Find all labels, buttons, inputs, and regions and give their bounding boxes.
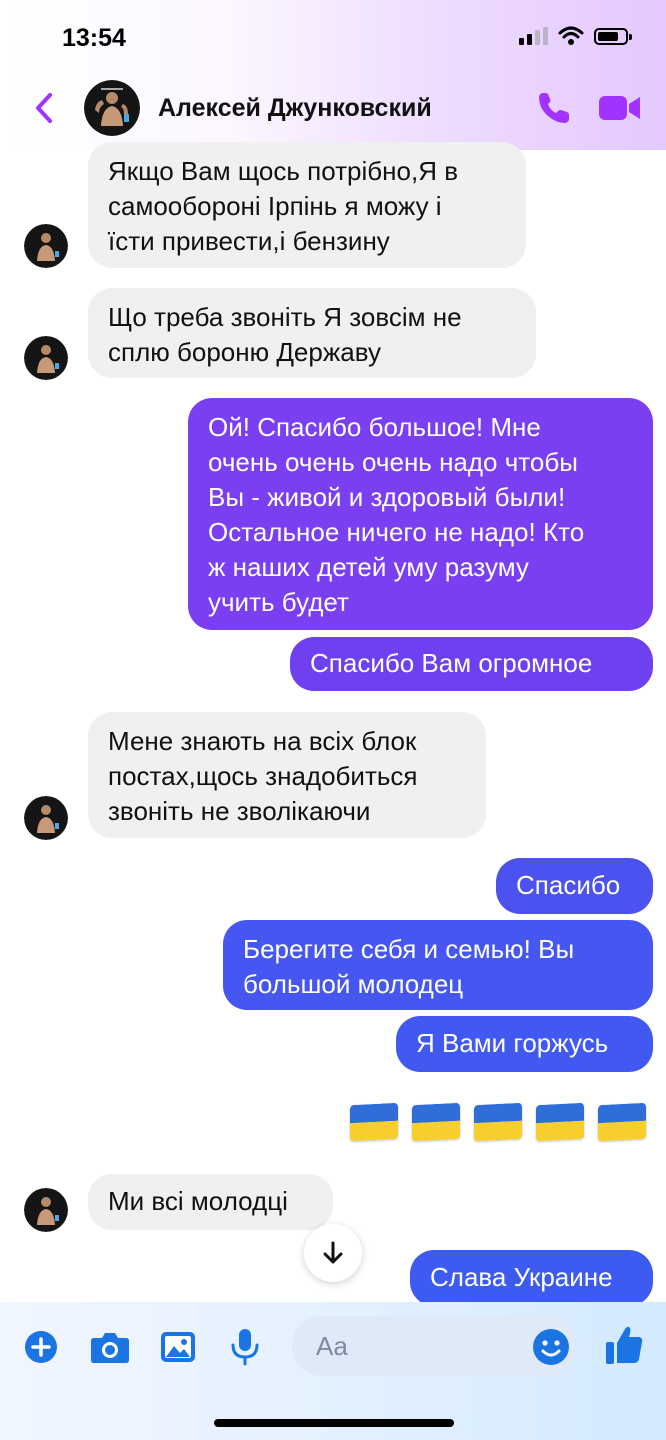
plus-circle-icon[interactable]	[24, 1330, 58, 1364]
message-outgoing[interactable]: Берегите себя и семью! Вы большой молоде…	[223, 920, 653, 1010]
message-incoming[interactable]: Ми всі молодці	[88, 1174, 333, 1230]
ukraine-flag-icon	[350, 1102, 398, 1142]
contact-name[interactable]: Алексей Джунковский	[158, 94, 432, 123]
arrow-down-icon	[323, 1241, 343, 1264]
image-icon[interactable]	[160, 1330, 196, 1364]
sender-avatar[interactable]	[24, 224, 68, 268]
wifi-icon	[558, 26, 584, 45]
home-indicator	[214, 1419, 454, 1427]
message-outgoing[interactable]: Спасибо Вам огромное	[290, 637, 653, 691]
sender-avatar[interactable]	[24, 336, 68, 380]
sender-avatar[interactable]	[24, 1188, 68, 1232]
ukraine-flag-icon	[536, 1102, 584, 1142]
ukraine-flag-icon	[598, 1102, 646, 1142]
smiley-icon[interactable]	[532, 1328, 570, 1366]
camera-icon[interactable]	[90, 1330, 130, 1364]
cellular-signal-icon	[519, 27, 548, 45]
avatar[interactable]	[84, 80, 140, 136]
message-outgoing[interactable]: Ой! Спасибо большое! Мне очень очень оче…	[188, 398, 653, 630]
message-incoming[interactable]: Що треба звоніть Я зовсім не сплю бороню…	[88, 288, 536, 378]
video-camera-icon[interactable]	[598, 92, 642, 124]
ukraine-flag-icon	[412, 1102, 460, 1142]
chevron-left-icon[interactable]	[30, 90, 60, 126]
conversation-header: Алексей Джунковский	[0, 78, 666, 138]
message-outgoing[interactable]: Я Вами горжусь	[396, 1016, 653, 1072]
phone-icon[interactable]	[534, 88, 574, 128]
microphone-icon[interactable]	[230, 1328, 260, 1366]
status-time: 13:54	[62, 24, 126, 52]
message-incoming[interactable]: Мене знають на всіх блок постах,щось зна…	[88, 712, 486, 838]
message-outgoing[interactable]: Спасибо	[496, 858, 653, 914]
sender-avatar[interactable]	[24, 796, 68, 840]
scroll-to-bottom-button[interactable]	[304, 1224, 362, 1282]
ukraine-flag-icon	[474, 1102, 522, 1142]
thumbs-up-icon[interactable]	[604, 1324, 644, 1366]
message-incoming[interactable]: Якщо Вам щось потрібно,Я в самообороні І…	[88, 142, 526, 268]
status-icons	[519, 26, 632, 46]
battery-icon	[594, 27, 632, 45]
flag-emoji-message[interactable]	[350, 1102, 646, 1142]
message-outgoing[interactable]: Слава Украине	[410, 1250, 653, 1306]
